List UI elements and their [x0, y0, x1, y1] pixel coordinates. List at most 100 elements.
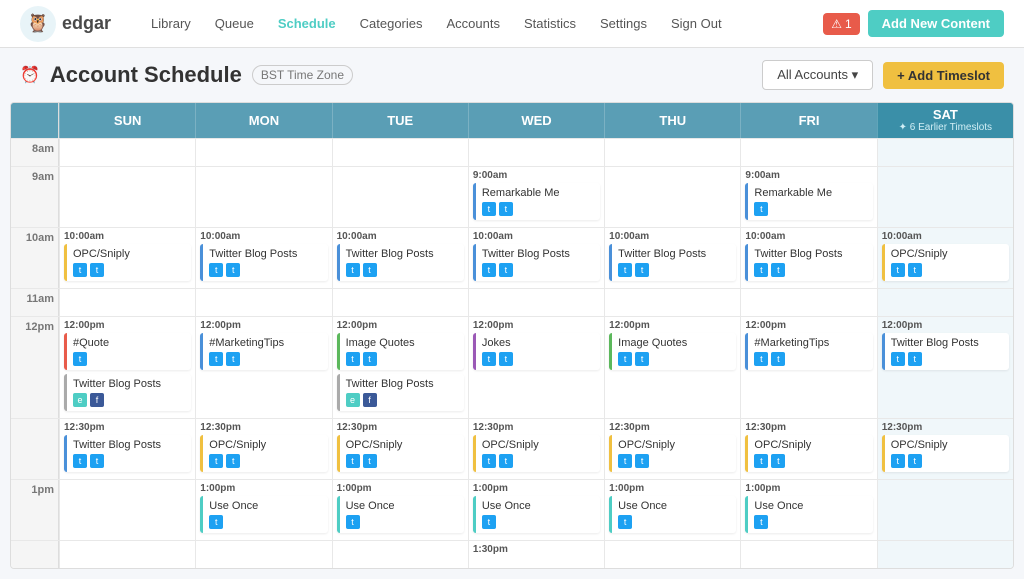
twitter-icon: t	[363, 454, 377, 468]
slot-time: 12:00pm	[337, 320, 464, 331]
row-11am: 11am	[11, 288, 1013, 316]
cell-sat-9am	[877, 167, 1013, 227]
slot-card-twitter-tue[interactable]: Twitter Blog Posts t t	[337, 244, 464, 281]
slot-title: Image Quotes	[618, 337, 730, 349]
slot-card-opc-sat[interactable]: OPC/Sniply t t	[882, 244, 1009, 281]
slot-time: 1:30pm	[473, 544, 600, 555]
slot-title: Twitter Blog Posts	[346, 248, 458, 260]
slot-card-image-thu[interactable]: Image Quotes t t	[609, 333, 736, 370]
slot-time: 9:00am	[473, 170, 600, 181]
header-sat: SAT ✦ 6 Earlier Timeslots	[877, 103, 1013, 138]
twitter-icon: t	[346, 352, 360, 366]
slot-card-twitter-sat[interactable]: Twitter Blog Posts t t	[882, 333, 1009, 370]
twitter-icon: t	[73, 352, 87, 366]
slot-card-marketing-fri[interactable]: #MarketingTips t t	[745, 333, 872, 370]
slot-card-twitter-sun-1230[interactable]: Twitter Blog Posts t t	[64, 435, 191, 472]
twitter-icon: t	[90, 263, 104, 277]
slot-card-remarkable-me-wed[interactable]: Remarkable Me t t	[473, 183, 600, 220]
twitter-icon: t	[771, 263, 785, 277]
nav-categories[interactable]: Categories	[350, 12, 433, 35]
slot-card-twitter-blog-tue[interactable]: Twitter Blog Posts e f	[337, 374, 464, 411]
slot-time: 12:30pm	[64, 422, 191, 433]
cell-fri-8am	[740, 139, 876, 166]
slot-icons: t t	[482, 352, 594, 366]
nav-library[interactable]: Library	[141, 12, 201, 35]
clock-icon: ⏰	[20, 65, 40, 85]
cell-sun-9am	[59, 167, 195, 227]
slot-icons: t	[209, 515, 321, 529]
slot-card-twitter-blog-sun[interactable]: Twitter Blog Posts e f	[64, 374, 191, 411]
all-accounts-label: All Accounts	[777, 67, 848, 82]
nav-schedule[interactable]: Schedule	[268, 12, 346, 35]
slot-icons: t t	[209, 352, 321, 366]
cell-mon-12pm: 12:00pm #MarketingTips t t	[195, 317, 331, 418]
slot-card-opc-fri-1230[interactable]: OPC/Sniply t t	[745, 435, 872, 472]
slot-time: 12:00pm	[200, 320, 327, 331]
slot-card-useonce-wed[interactable]: Use Once t	[473, 496, 600, 533]
nav-signout[interactable]: Sign Out	[661, 12, 732, 35]
slot-card-opc-sat-1230[interactable]: OPC/Sniply t t	[882, 435, 1009, 472]
nav-statistics[interactable]: Statistics	[514, 12, 586, 35]
slot-title: OPC/Sniply	[891, 248, 1003, 260]
slot-card-twitter-thu[interactable]: Twitter Blog Posts t t	[609, 244, 736, 281]
cell-tue-8am	[332, 139, 468, 166]
twitter-icon: t	[346, 263, 360, 277]
time-1pm: 1pm	[11, 480, 59, 540]
slot-card-twitter-mon[interactable]: Twitter Blog Posts t t	[200, 244, 327, 281]
add-timeslot-button[interactable]: + Add Timeslot	[883, 62, 1004, 89]
nav-accounts[interactable]: Accounts	[437, 12, 510, 35]
cell-fri-1-30	[740, 541, 876, 568]
cell-sun-12-30: 12:30pm Twitter Blog Posts t t	[59, 419, 195, 479]
nav-queue[interactable]: Queue	[205, 12, 264, 35]
twitter-icon: t	[891, 263, 905, 277]
twitter-icon: t	[209, 454, 223, 468]
alert-button[interactable]: ⚠ 1	[823, 13, 859, 35]
slot-card-jokes-wed[interactable]: Jokes t t	[473, 333, 600, 370]
slot-card-marketing-mon[interactable]: #MarketingTips t t	[200, 333, 327, 370]
slot-title: Image Quotes	[346, 337, 458, 349]
slot-icons: t t	[209, 263, 321, 277]
cell-wed-1-30: 1:30pm	[468, 541, 604, 568]
slot-card-useonce-thu[interactable]: Use Once t	[609, 496, 736, 533]
cell-mon-1pm: 1:00pm Use Once t	[195, 480, 331, 540]
slot-icons: t t	[73, 263, 185, 277]
cell-sun-10am: 10:00am OPC/Sniply t t	[59, 228, 195, 288]
slot-title: OPC/Sniply	[891, 439, 1003, 451]
slot-card-useonce-tue[interactable]: Use Once t	[337, 496, 464, 533]
slot-card-image-tue[interactable]: Image Quotes t t	[337, 333, 464, 370]
slot-title: #Quote	[73, 337, 185, 349]
cell-wed-10am: 10:00am Twitter Blog Posts t t	[468, 228, 604, 288]
twitter-icon: t	[754, 515, 768, 529]
slot-icons: t t	[618, 263, 730, 277]
twitter-icon: t	[499, 202, 513, 216]
slot-title: Use Once	[482, 500, 594, 512]
slot-card-twitter-wed[interactable]: Twitter Blog Posts t t	[473, 244, 600, 281]
cell-thu-8am	[604, 139, 740, 166]
twitter-icon: t	[618, 515, 632, 529]
slot-card-opc-thu-1230[interactable]: OPC/Sniply t t	[609, 435, 736, 472]
header-mon: MON	[195, 103, 331, 138]
slot-card-useonce-mon[interactable]: Use Once t	[200, 496, 327, 533]
all-accounts-button[interactable]: All Accounts ▾	[762, 60, 873, 90]
slot-time: 10:00am	[745, 231, 872, 242]
slot-card-twitter-fri[interactable]: Twitter Blog Posts t t	[745, 244, 872, 281]
cell-mon-9am	[195, 167, 331, 227]
slot-card-opc-mon-1230[interactable]: OPC/Sniply t t	[200, 435, 327, 472]
slot-title: Twitter Blog Posts	[209, 248, 321, 260]
slot-title: #MarketingTips	[209, 337, 321, 349]
twitter-icon: t	[754, 454, 768, 468]
slot-card-quote-sun[interactable]: #Quote t	[64, 333, 191, 370]
nav-settings[interactable]: Settings	[590, 12, 657, 35]
row-1-30pm: 1:30pm	[11, 540, 1013, 568]
slot-card-opc-sun[interactable]: OPC/Sniply t t	[64, 244, 191, 281]
twitter-icon: t	[635, 454, 649, 468]
add-content-button[interactable]: Add New Content	[868, 10, 1004, 37]
slot-card-remarkable-me-fri[interactable]: Remarkable Me t	[745, 183, 872, 220]
slot-time: 12:30pm	[745, 422, 872, 433]
time-1-30pm	[11, 541, 59, 568]
slot-card-opc-tue-1230[interactable]: OPC/Sniply t t	[337, 435, 464, 472]
slot-card-useonce-fri[interactable]: Use Once t	[745, 496, 872, 533]
cell-sun-1pm	[59, 480, 195, 540]
slot-card-opc-wed-1230[interactable]: OPC/Sniply t t	[473, 435, 600, 472]
edgar-icon: e	[346, 393, 360, 407]
